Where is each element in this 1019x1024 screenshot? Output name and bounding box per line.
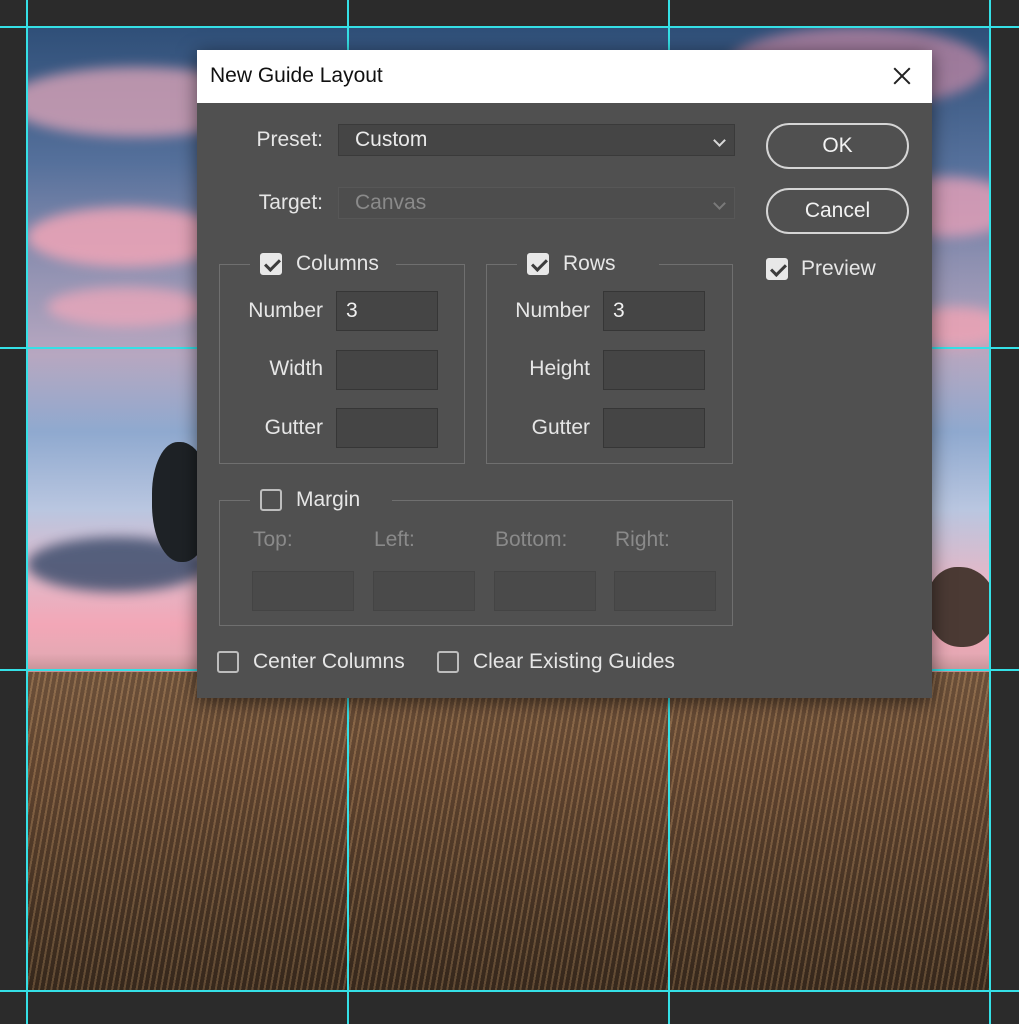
rows-label: Rows (563, 252, 616, 275)
margin-checkbox[interactable] (260, 489, 282, 511)
columns-width-input[interactable] (336, 350, 438, 390)
margin-group: Margin Top: Left: Bottom: Right: (219, 485, 733, 626)
rows-checkbox[interactable] (527, 253, 549, 275)
cloud (47, 287, 207, 327)
preview-checkbox[interactable] (766, 258, 788, 280)
columns-gutter-input[interactable] (336, 408, 438, 448)
margin-label: Margin (296, 488, 361, 511)
dialog-titlebar[interactable]: New Guide Layout (197, 50, 932, 103)
clear-existing-guides-checkbox[interactable] (437, 651, 459, 673)
preview-label: Preview (801, 257, 876, 280)
columns-group: Columns Number Width Gutter (219, 249, 465, 464)
chevron-down-icon (713, 134, 726, 147)
preset-label: Preset: (256, 128, 323, 151)
rows-gutter-input[interactable] (603, 408, 705, 448)
center-columns-checkbox[interactable] (217, 651, 239, 673)
clear-existing-guides-label: Clear Existing Guides (473, 650, 675, 673)
horizontal-guide[interactable] (0, 990, 1019, 992)
rows-legend: Rows (517, 249, 659, 279)
margin-top-label: Top: (253, 528, 293, 551)
margin-left-input (373, 571, 475, 611)
margin-bottom-label: Bottom: (495, 528, 568, 551)
preset-select[interactable]: Custom (338, 124, 735, 156)
margin-left-label: Left: (374, 528, 415, 551)
rows-number-input[interactable] (603, 291, 705, 331)
close-icon[interactable] (886, 60, 918, 92)
vertical-guide[interactable] (26, 0, 28, 1024)
columns-gutter-label: Gutter (264, 416, 323, 439)
columns-width-label: Width (269, 357, 323, 380)
target-select: Canvas (338, 187, 735, 219)
rows-gutter-label: Gutter (531, 416, 590, 439)
rows-height-input[interactable] (603, 350, 705, 390)
horizontal-guide[interactable] (0, 26, 1019, 28)
rows-height-label: Height (529, 357, 590, 380)
tree (927, 567, 990, 647)
margin-top-input (252, 571, 354, 611)
rows-number-label: Number (515, 299, 590, 322)
target-label: Target: (258, 191, 323, 214)
margin-bottom-input (494, 571, 596, 611)
margin-right-input (614, 571, 716, 611)
columns-label: Columns (296, 252, 379, 275)
columns-number-input[interactable] (336, 291, 438, 331)
preset-value: Custom (355, 128, 428, 151)
columns-number-label: Number (248, 299, 323, 322)
cancel-button[interactable]: Cancel (766, 188, 909, 234)
chevron-down-icon (713, 197, 726, 210)
vertical-guide[interactable] (989, 0, 991, 1024)
columns-checkbox[interactable] (260, 253, 282, 275)
dialog-title: New Guide Layout (210, 64, 383, 87)
new-guide-layout-dialog: New Guide Layout Preset: Custom Target: … (197, 50, 932, 698)
margin-right-label: Right: (615, 528, 670, 551)
wheat-field (27, 672, 990, 991)
target-value: Canvas (355, 191, 427, 214)
ok-button[interactable]: OK (766, 123, 909, 169)
center-columns-label: Center Columns (253, 650, 405, 673)
rows-group: Rows Number Height Gutter (486, 249, 733, 464)
columns-legend: Columns (250, 249, 396, 279)
margin-legend: Margin (250, 485, 392, 515)
